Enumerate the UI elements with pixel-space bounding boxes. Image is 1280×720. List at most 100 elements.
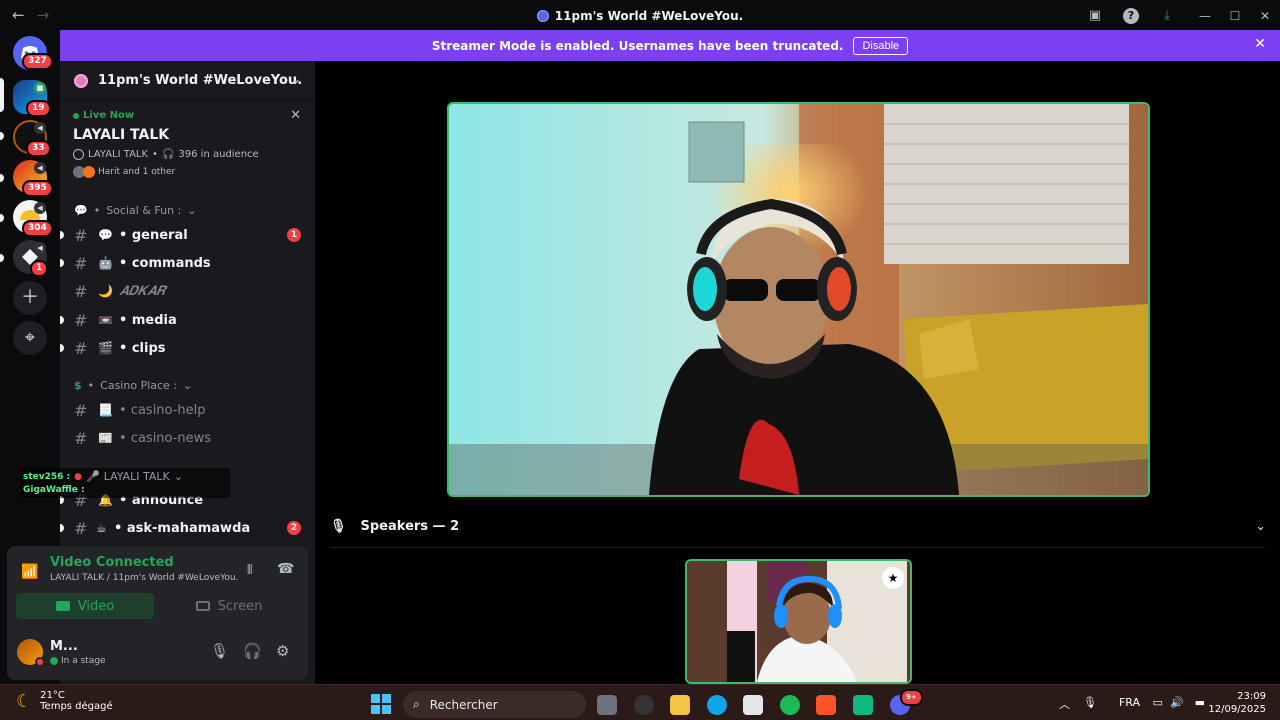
server-badge: 33	[26, 140, 51, 157]
chevron-down-icon[interactable]: ⌄	[1255, 519, 1266, 534]
microphone-icon[interactable]: 🎙	[210, 642, 229, 660]
network-icon[interactable]: ▭	[1153, 696, 1163, 709]
windows-start-icon[interactable]	[371, 694, 391, 714]
add-server-icon[interactable]: ＋	[13, 281, 47, 315]
chevron-down-icon: ⌄	[183, 379, 193, 392]
weather-widget[interactable]: ☾ 21°C Temps dégagé	[16, 690, 113, 712]
unread-indicator	[0, 214, 4, 222]
status-indicator	[35, 657, 45, 667]
close-icon[interactable]: ✕	[290, 108, 301, 123]
download-icon[interactable]: ⤓	[1159, 8, 1175, 24]
language-indicator[interactable]: FRA	[1119, 696, 1140, 709]
spotify-icon[interactable]	[780, 695, 800, 715]
close-window-button[interactable]: ✕	[1250, 0, 1280, 32]
channel-name: • casino-help	[119, 402, 206, 418]
maximize-button[interactable]: ☐	[1220, 0, 1250, 32]
discover-icon[interactable]: ⌖	[13, 321, 47, 355]
server-badge: 395	[22, 180, 53, 197]
hash-icon: #	[74, 225, 88, 245]
live-stage-card[interactable]: Live Now ✕ LAYALI TALK LAYALI TALK • 🎧 3…	[60, 102, 315, 188]
minimize-button[interactable]: —	[1190, 0, 1220, 32]
server-badge: 304	[22, 220, 53, 237]
server-icon	[536, 10, 549, 22]
close-icon[interactable]: ✕	[1254, 36, 1266, 52]
avatar	[83, 166, 95, 178]
chevron-up-icon[interactable]: ︿	[1059, 696, 1070, 712]
taskbar-search[interactable]: ⌕ Rechercher	[403, 691, 586, 718]
channel-commands[interactable]: # 🤖 • commands	[60, 249, 315, 277]
channel-clips[interactable]: # 🎬 • clips	[60, 334, 315, 362]
channel-name: • casino-news	[119, 430, 212, 446]
headphones-icon[interactable]: 🎧	[243, 642, 262, 660]
help-icon[interactable]: ?	[1123, 8, 1139, 24]
title-tools: ▣ ? ⤓	[1087, 8, 1175, 24]
task-view-icon[interactable]	[597, 695, 617, 715]
voice-status[interactable]: Video Connected	[50, 555, 174, 570]
channel-emoji: 🎬	[98, 341, 113, 355]
speakers-header[interactable]: 🎙 Speakers — 2	[330, 519, 459, 534]
voice-location[interactable]: LAYALI TALK / 11pm's World #WeLoveYou.	[50, 573, 238, 583]
gear-icon[interactable]: ⚙	[276, 642, 289, 660]
channel-name: • media	[119, 312, 177, 328]
channel-casino-news[interactable]: # 📰 • casino-news	[60, 424, 315, 452]
video-button[interactable]: Video	[16, 593, 154, 619]
chevron-down-icon: ⌄	[187, 204, 197, 217]
category-layali[interactable]: LAYALI TALK	[104, 470, 170, 483]
openai-app-icon[interactable]	[634, 695, 654, 715]
speaker-icon: ◀	[34, 202, 46, 214]
android-studio-icon[interactable]	[853, 695, 873, 715]
hash-icon: #	[74, 338, 88, 358]
screen-share-button[interactable]: Screen	[160, 593, 298, 619]
channel-general[interactable]: # 💬 • general 1	[60, 221, 315, 249]
screen-icon	[195, 601, 210, 611]
store-icon[interactable]	[743, 695, 763, 715]
server-logo-icon	[74, 73, 88, 88]
category-casino[interactable]: $ • Casino Place : ⌄	[74, 379, 192, 392]
username[interactable]: M...	[50, 639, 78, 654]
brave-icon[interactable]	[816, 695, 836, 715]
star-icon: ★	[882, 567, 904, 589]
banner-text: Streamer Mode is enabled. Usernames have…	[431, 38, 844, 53]
file-explorer-icon[interactable]	[670, 695, 690, 715]
server-name: 11pm's World #WeLoveYou.	[98, 73, 303, 88]
main-video-feed[interactable]	[447, 102, 1150, 497]
camera-icon	[55, 601, 70, 611]
hash-icon: #	[74, 281, 88, 301]
speaker-icon: ◀	[34, 242, 46, 254]
weather-status: Temps dégagé	[40, 701, 113, 712]
volume-icon[interactable]: 🔊	[1170, 696, 1184, 709]
unread-indicator	[60, 231, 64, 239]
chevron-down-icon: ⌄	[173, 470, 183, 483]
clock[interactable]: 23:09 12/09/2025	[1208, 690, 1266, 716]
live-status: Live Now	[73, 110, 302, 121]
video-frame	[449, 104, 1148, 495]
signal-icon[interactable]: 📶	[21, 564, 38, 580]
microphone-icon[interactable]: 🎙	[1083, 696, 1097, 709]
server-header[interactable]: 11pm's World #WeLoveYou. ⌄	[60, 61, 315, 101]
title-bar: ← → 11pm's World #WeLoveYou. ▣ ? ⤓ — ☐ ✕	[0, 0, 1280, 32]
channel-emoji: ☕	[96, 521, 107, 535]
channel-adkar[interactable]: # 🌙 𝑨𝑫𝑲𝑨𝑹	[60, 277, 315, 305]
disable-streamer-mode-button[interactable]: Disable	[853, 36, 909, 55]
channel-ask-mahamawda[interactable]: # ☕ • ask-mahamawda 2	[60, 514, 315, 542]
user-status: In a stage	[50, 656, 106, 666]
overlay-username: stev256 :	[23, 471, 71, 482]
channel-name: • commands	[119, 255, 211, 271]
speaker-icon: ◀	[34, 162, 46, 174]
voice-active-icon: ■	[34, 82, 46, 94]
stream-chat-overlay: stev256 : ● 🎤 LAYALI TALK ⌄ GigaWaffle :	[20, 468, 230, 498]
inbox-icon[interactable]: ▣	[1087, 8, 1103, 24]
unread-indicator	[60, 259, 64, 267]
edge-icon[interactable]	[707, 695, 727, 715]
battery-icon[interactable]: ▬	[1195, 696, 1205, 709]
channel-name: 𝑨𝑫𝑲𝑨𝑹	[119, 283, 166, 299]
speaker-video-tile[interactable]: ★	[685, 559, 912, 684]
channel-media[interactable]: # 📼 • media	[60, 306, 315, 334]
disconnect-icon[interactable]: ☎	[277, 561, 294, 577]
channel-casino-help[interactable]: # 📃 • casino-help	[60, 396, 315, 424]
unread-indicator	[60, 524, 64, 532]
category-social[interactable]: 💬 • Social & Fun : ⌄	[74, 204, 196, 217]
speaker-icon: ◀	[34, 122, 46, 134]
microphone-icon: 🎙	[330, 519, 347, 534]
noise-suppression-icon[interactable]: ⫴	[247, 563, 252, 578]
